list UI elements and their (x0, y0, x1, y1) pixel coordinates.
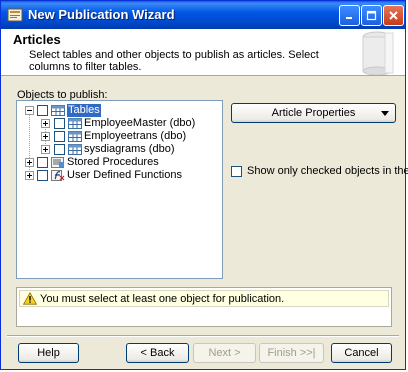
expand-sysdiagrams-toggle[interactable] (41, 145, 50, 154)
close-icon (389, 11, 398, 20)
collapse-tables-toggle[interactable] (25, 106, 34, 115)
user-defined-functions-checkbox[interactable] (37, 170, 48, 181)
tree-node-tables[interactable]: Tables (17, 104, 217, 117)
title-bar[interactable]: New Publication Wizard (1, 1, 405, 29)
tree-node-employeemaster[interactable]: EmployeeMaster (dbo) (17, 117, 217, 130)
warning-icon (23, 292, 37, 305)
sysdiagrams-checkbox[interactable] (54, 144, 65, 155)
help-button-label: Help (37, 347, 60, 359)
employeemaster-checkbox[interactable] (54, 118, 65, 129)
warning-message-row: You must select at least one object for … (19, 290, 389, 307)
expand-employeetrans-toggle[interactable] (41, 132, 50, 141)
footer-divider (7, 335, 399, 337)
cancel-button-label: Cancel (344, 347, 379, 359)
function-icon (51, 170, 65, 181)
finish-button-label: Finish >>| (267, 347, 316, 359)
minimize-icon (346, 17, 352, 19)
tree-node-user-defined-functions[interactable]: User Defined Functions (17, 169, 217, 182)
objects-tree[interactable]: Tables EmployeeMaster (dbo) Employeetran… (16, 100, 223, 279)
user-defined-functions-label: User Defined Functions (67, 169, 182, 181)
next-button-label: Next > (208, 347, 241, 359)
dropdown-arrow-icon (381, 111, 389, 116)
tree-node-employeetrans[interactable]: Employeetrans (dbo) (17, 130, 217, 143)
window-title: New Publication Wizard (28, 7, 175, 22)
stored-procedure-icon (51, 157, 64, 168)
employeemaster-label: EmployeeMaster (dbo) (84, 117, 196, 129)
employeetrans-label: Employeetrans (dbo) (84, 130, 187, 142)
back-button-label: < Back (140, 347, 175, 359)
tree-node-stored-procedures[interactable]: Stored Procedures (17, 156, 217, 169)
table-icon (68, 131, 82, 142)
page-title: Articles (13, 32, 61, 47)
maximize-icon (366, 10, 377, 21)
close-window-button[interactable] (383, 5, 404, 26)
tables-folder-icon (51, 105, 65, 116)
back-button[interactable]: < Back (126, 343, 189, 363)
stored-procedures-label: Stored Procedures (67, 156, 159, 168)
table-icon (68, 144, 82, 155)
expand-employeemaster-toggle[interactable] (41, 119, 50, 128)
next-button[interactable]: Next > (193, 343, 256, 363)
expand-stored-procedures-toggle[interactable] (25, 158, 34, 167)
expand-user-defined-functions-toggle[interactable] (25, 171, 34, 180)
page-description: Select tables and other objects to publi… (29, 49, 319, 73)
message-panel: You must select at least one object for … (16, 287, 392, 327)
table-icon (68, 118, 82, 129)
tables-checkbox[interactable] (37, 105, 48, 116)
maximize-button[interactable] (361, 5, 382, 26)
show-only-checked-checkbox[interactable] (231, 166, 242, 177)
sysdiagrams-label: sysdiagrams (dbo) (84, 143, 175, 155)
warning-message-text: You must select at least one object for … (40, 293, 285, 305)
tables-node-label: Tables (67, 104, 101, 117)
article-properties-label: Article Properties (271, 107, 356, 119)
wizard-window: New Publication Wizard Articles Select t… (0, 0, 408, 370)
help-button[interactable]: Help (18, 343, 79, 363)
wizard-header: Articles Select tables and other objects… (1, 29, 405, 76)
tree-node-sysdiagrams[interactable]: sysdiagrams (dbo) (17, 143, 217, 156)
publication-graphic-icon (362, 31, 394, 75)
finish-button[interactable]: Finish >>| (259, 343, 324, 363)
cancel-button[interactable]: Cancel (331, 343, 392, 363)
show-only-checked-label: Show only checked objects in the list (247, 165, 408, 177)
wizard-app-icon (7, 8, 23, 22)
employeetrans-checkbox[interactable] (54, 131, 65, 142)
article-properties-dropdown[interactable]: Article Properties (231, 103, 396, 123)
stored-procedures-checkbox[interactable] (37, 157, 48, 168)
minimize-button[interactable] (339, 5, 360, 26)
